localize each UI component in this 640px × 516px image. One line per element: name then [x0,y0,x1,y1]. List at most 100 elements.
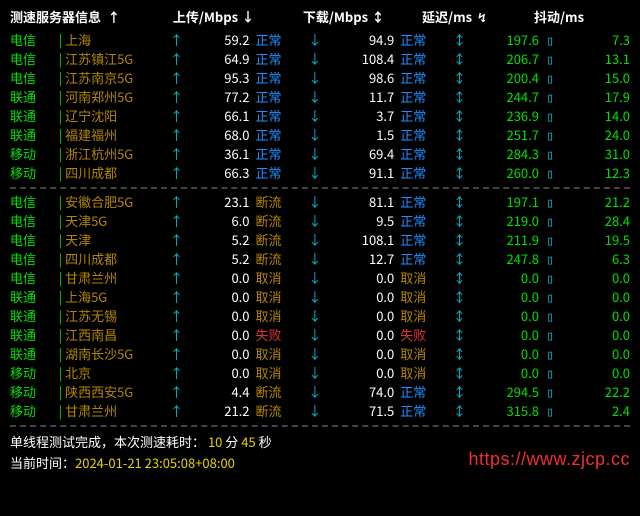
cell-upload: 0.0 [185,307,249,326]
cell-download-status: 正常 [394,107,450,126]
cell-upload-status: 正常 [250,145,306,164]
stop-icon: ▯ [539,193,559,212]
cell-latency: 284.3 [469,145,539,164]
cell-upload: 0.0 [185,269,249,288]
cell-download-status: 正常 [394,193,450,212]
cell-jitter: 6.3 [559,250,630,269]
table-row: 联通|湖南长沙5G↑0.0取消↓0.0取消↕0.0▯0.0 [10,345,630,364]
arrow-updown-icon: ↕ [371,8,385,27]
stop-icon: ▯ [539,307,559,326]
cell-isp: 电信 [10,31,59,50]
cell-isp: 联通 [10,88,59,107]
stop-icon: ▯ [539,88,559,107]
table-row: 电信|四川成都↑5.2断流↓12.7正常↕247.8▯6.3 [10,250,630,269]
arrow-updown-icon: ↕ [451,212,469,231]
cell-download: 94.9 [324,31,394,50]
cell-jitter: 14.0 [559,107,630,126]
cell-isp: 联通 [10,307,59,326]
cell-jitter: 15.0 [559,69,630,88]
arrow-down-icon: ↓ [306,193,324,212]
cell-upload: 0.0 [185,326,249,345]
cell-download: 74.0 [324,383,394,402]
cell-isp: 联通 [10,107,59,126]
cell-isp: 移动 [10,364,59,383]
footer-minutes: 10 [208,432,222,451]
cell-jitter: 0.0 [559,326,630,345]
cell-upload: 68.0 [185,126,249,145]
hdr-server: 测速服务器信息 [10,7,101,26]
table-row: 联通|江苏无锡↑0.0取消↓0.0取消↕0.0▯0.0 [10,307,630,326]
cell-download: 108.4 [324,50,394,69]
cell-upload-status: 取消 [250,269,306,288]
stop-icon: ▯ [539,69,559,88]
cell-upload: 4.4 [185,383,249,402]
arrow-up-icon: ↑ [168,269,186,288]
cell-isp: 电信 [10,193,59,212]
arrow-down-icon: ↓ [306,69,324,88]
cell-jitter: 0.0 [559,364,630,383]
table-row: 移动|陕西西安5G↑4.4断流↓74.0正常↕294.5▯22.2 [10,383,630,402]
arrow-updown-icon: ↕ [451,402,469,421]
cell-download: 12.7 [324,250,394,269]
arrow-up-icon: ↑ [168,50,186,69]
cell-upload-status: 断流 [250,383,306,402]
cell-latency: 197.6 [469,31,539,50]
cell-download-status: 取消 [394,288,450,307]
cell-jitter: 7.3 [559,31,630,50]
cell-latency: 206.7 [469,50,539,69]
arrow-up-icon: ↑ [168,402,186,421]
cell-isp: 电信 [10,212,59,231]
cell-download-status: 正常 [394,212,450,231]
table-row: 联通|上海5G↑0.0取消↓0.0取消↕0.0▯0.0 [10,288,630,307]
cell-upload: 21.2 [185,402,249,421]
stop-icon: ▯ [539,107,559,126]
arrow-down-icon: ↓ [306,50,324,69]
cell-download-status: 正常 [394,383,450,402]
arrow-up-icon: ↑ [168,364,186,383]
cell-latency: 0.0 [469,269,539,288]
arrow-down-icon: ↓ [306,145,324,164]
arrow-down-icon: ↓ [306,164,324,183]
cell-jitter: 24.0 [559,126,630,145]
cell-isp: 移动 [10,383,59,402]
cell-upload: 64.9 [185,50,249,69]
cell-jitter: 13.1 [559,50,630,69]
stop-icon: ▯ [539,326,559,345]
stop-icon: ▯ [539,402,559,421]
cell-latency: 236.9 [469,107,539,126]
cell-location: 上海5G [65,288,167,307]
arrow-up-icon: ↑ [107,8,121,27]
hdr-download: 下载/Mbps [303,7,368,26]
cell-location: 甘肃兰州 [65,402,167,421]
cell-jitter: 31.0 [559,145,630,164]
arrow-up-icon: ↑ [168,212,186,231]
stop-icon: ▯ [539,126,559,145]
cell-jitter: 28.4 [559,212,630,231]
table-row: 联通|福建福州↑68.0正常↓1.5正常↕251.7▯24.0 [10,126,630,145]
cell-download-status: 正常 [394,31,450,50]
cell-location: 四川成都 [65,164,167,183]
cell-upload-status: 断流 [250,402,306,421]
stop-icon: ▯ [539,364,559,383]
arrow-down-icon: ↓ [306,383,324,402]
table-row: 电信|江苏南京5G↑95.3正常↓98.6正常↕200.4▯15.0 [10,69,630,88]
cell-jitter: 21.2 [559,193,630,212]
arrow-updown-icon: ↕ [451,126,469,145]
table-row: 电信|天津↑5.2断流↓108.1正常↕211.9▯19.5 [10,231,630,250]
cell-jitter: 0.0 [559,345,630,364]
cell-isp: 电信 [10,69,59,88]
divider [10,187,630,189]
cell-upload: 5.2 [185,250,249,269]
cell-upload: 0.0 [185,345,249,364]
cell-isp: 移动 [10,145,59,164]
cell-latency: 219.0 [469,212,539,231]
cell-location: 四川成都 [65,250,167,269]
cell-isp: 联通 [10,126,59,145]
cell-download: 71.5 [324,402,394,421]
cell-location: 甘肃兰州 [65,269,167,288]
cell-download-status: 正常 [394,164,450,183]
cell-download-status: 取消 [394,364,450,383]
cell-isp: 电信 [10,50,59,69]
cell-upload-status: 断流 [250,231,306,250]
cell-jitter: 0.0 [559,307,630,326]
